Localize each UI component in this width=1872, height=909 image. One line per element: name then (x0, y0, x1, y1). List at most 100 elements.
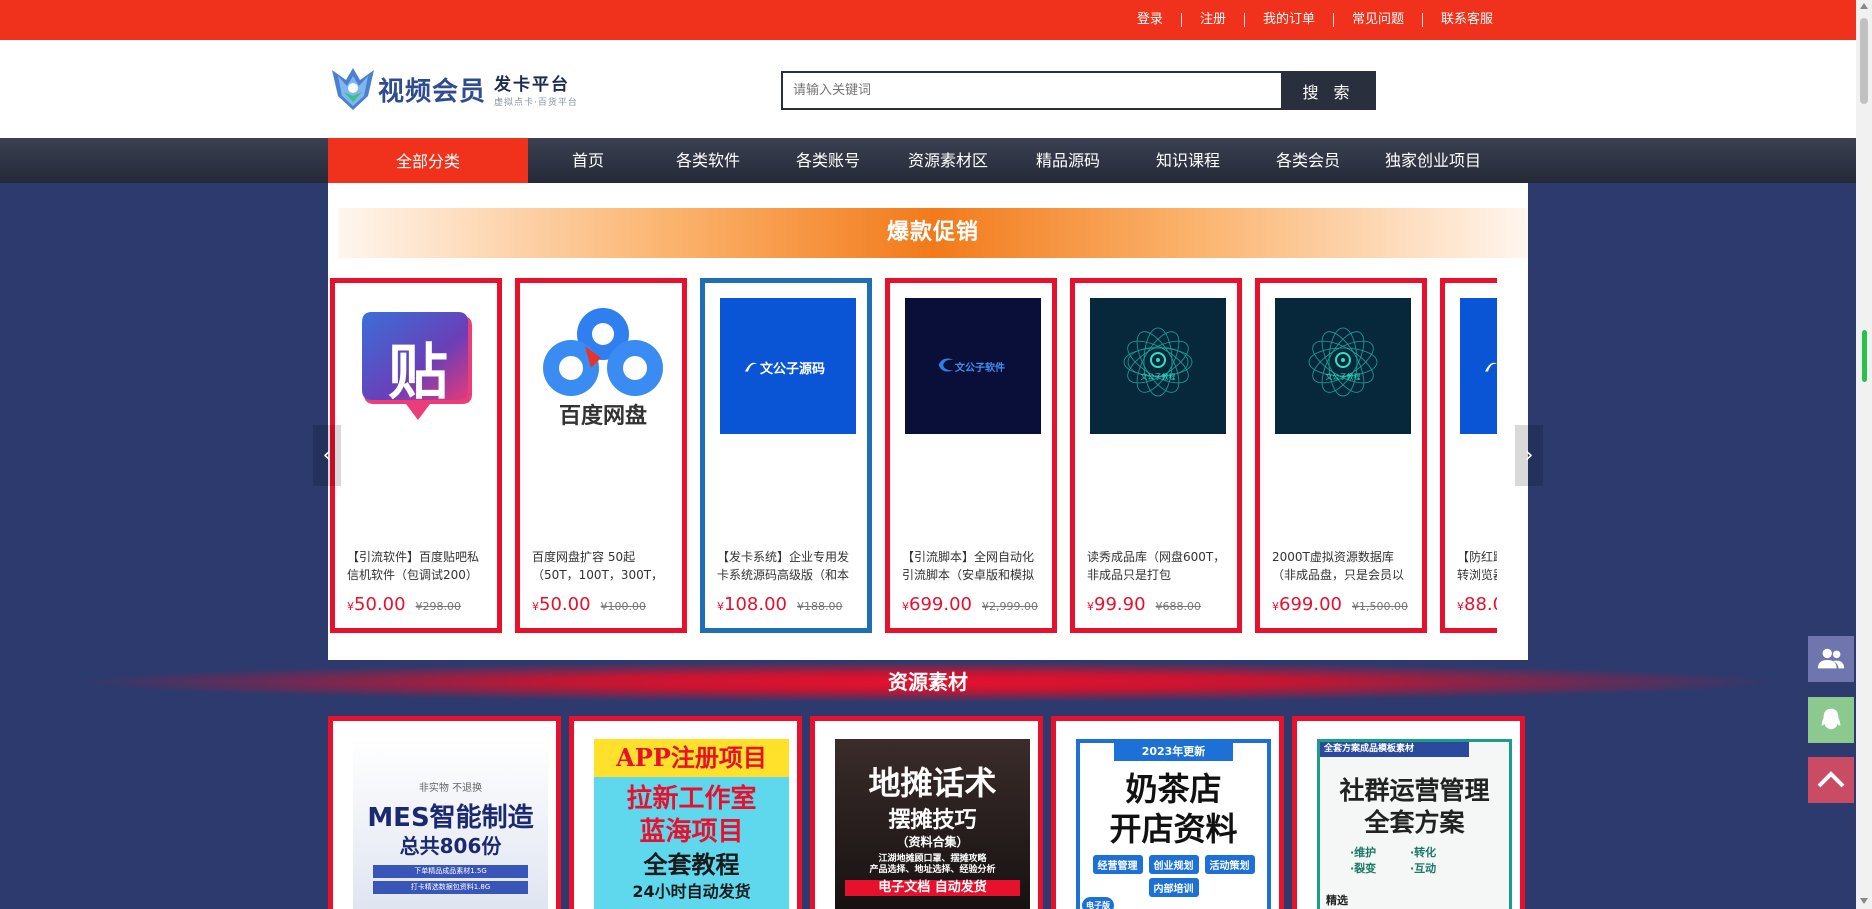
product-card[interactable]: 文公子软件 【引流脚本】全网自动化引流脚本（安卓版和模拟 ¥699.00 ¥2,9… (885, 278, 1057, 633)
nav-all-categories[interactable]: 全部分类 (328, 138, 528, 183)
thumb-caption: 文公子软件 (955, 363, 1005, 374)
product-thumbnail (1460, 298, 1497, 434)
my-orders-link[interactable]: 我的订单 (1243, 13, 1333, 27)
price-box: ¥50.00 ¥100.00 (532, 594, 647, 615)
nav-item-resources[interactable]: 资源素材区 (888, 138, 1008, 183)
price-box: ¥88.00 (1457, 594, 1497, 615)
product-price: 99.90 (1094, 594, 1146, 615)
product-title: 【发卡系统】企业专用发卡系统源码高级版（和本 (717, 550, 850, 582)
scroll-up-arrow[interactable] (1860, 3, 1868, 9)
price-box: ¥699.00 ¥2,999.00 (902, 594, 1038, 615)
main-nav: 全部分类 首页 各类软件 各类账号 资源素材区 精品源码 知识课程 各类会员 独… (0, 138, 1856, 183)
resource-thumbnail: 2023年更新 奶茶店 开店资料 经营管理 创业规划 活动策划 内部培训 电子版 (1076, 739, 1271, 909)
product-price: 108.00 (724, 594, 787, 615)
product-card[interactable]: 文公子源码 【发卡系统】企业专用发卡系统源码高级版（和本 ¥108.00 ¥188… (700, 278, 872, 633)
logo-icon (332, 68, 374, 110)
promo-banner: 爆款促销 (338, 208, 1528, 258)
product-title: 【防红跳转】防红短链跳转浏览器 (1457, 550, 1497, 582)
promo-title: 爆款促销 (886, 220, 979, 245)
search-button[interactable]: 搜 索 (1281, 71, 1376, 110)
logo-name: 视频会员 (378, 76, 487, 107)
original-price: ¥298.00 (415, 600, 462, 613)
product-title: 【引流脚本】全网自动化引流脚本（安卓版和模拟 (902, 550, 1035, 582)
carousel-prev-button[interactable]: ‹ (313, 425, 341, 486)
users-icon (1817, 648, 1845, 669)
thumb-caption: 文公子教程 (1325, 373, 1361, 381)
contact-support-link[interactable]: 联系客服 (1421, 13, 1511, 27)
nav-item-home[interactable]: 首页 (528, 138, 648, 183)
product-title: 【引流软件】百度贴吧私信机软件（包调试200） (347, 550, 480, 582)
product-thumbnail: 文公子源码 (720, 298, 856, 434)
thumb-caption: 百度网盘 (558, 404, 647, 429)
nav-item-source-code[interactable]: 精品源码 (1008, 138, 1128, 183)
top-bar: 登录 注册 我的订单 常见问题 联系客服 (0, 0, 1856, 40)
nav-item-courses[interactable]: 知识课程 (1128, 138, 1248, 183)
product-thumbnail: 百度网盘 (535, 298, 671, 434)
side-indicator (1862, 330, 1867, 382)
nav-item-exclusive-projects[interactable]: 独家创业项目 (1368, 138, 1498, 183)
tieba-glyph: 贴 (388, 338, 448, 408)
nav-item-accounts[interactable]: 各类账号 (768, 138, 888, 183)
thumb-caption: 文公子教程 (1140, 373, 1176, 381)
logo-subtitle: 发卡平台 (494, 75, 571, 95)
resource-card[interactable]: 地摊话术 摆摊技巧 （资料合集） 江湖地摊顾口罩、摆摊攻略 产品选择、地址选择、… (810, 716, 1043, 909)
product-card[interactable]: 贴 【引流软件】百度贴吧私信机软件（包调试200） ¥50.00 ¥298.00 (330, 278, 502, 633)
spirograph-logo-icon (1123, 327, 1193, 397)
resources-section-header: 资源素材 (0, 660, 1856, 704)
search-input[interactable] (781, 71, 1281, 110)
thumb-caption: 文公子源码 (760, 362, 826, 377)
original-price: ¥100.00 (600, 600, 647, 613)
register-link[interactable]: 注册 (1180, 13, 1244, 27)
original-price: ¥188.00 (796, 600, 843, 613)
qq-icon (1821, 708, 1841, 730)
nav-item-memberships[interactable]: 各类会员 (1248, 138, 1368, 183)
page-scrollbar[interactable] (1856, 0, 1872, 909)
login-link[interactable]: 登录 (1119, 13, 1181, 27)
resource-thumbnail: APP注册项目 拉新工作室 蓝海项目 全套教程 24小时自动发货 (594, 739, 789, 909)
faq-link[interactable]: 常见问题 (1332, 13, 1422, 27)
product-thumbnail: 文公子教程 (1275, 298, 1411, 434)
resource-thumbnail: 地摊话术 摆摊技巧 （资料合集） 江湖地摊顾口罩、摆摊攻略 产品选择、地址选择、… (835, 739, 1030, 909)
price-box: ¥50.00 ¥298.00 (347, 594, 462, 615)
product-card[interactable]: 文公子教程 2000T虚拟资源数据库（非成品盘，只是会员以 ¥699.00 ¥1,… (1255, 278, 1427, 633)
promo-carousel: 贴 【引流软件】百度贴吧私信机软件（包调试200） ¥50.00¥298.00 (330, 278, 1497, 635)
site-header: 视频会员 发卡平台 虚拟点卡·百货平台 搜 索 (0, 40, 1856, 138)
promo-section: 爆款促销 贴 【引流软件】百度贴吧私信机软件（包调试200） ¥50.00 ¥29… (328, 183, 1528, 660)
product-card[interactable]: 百度网盘 百度网盘扩容 50起（50T，100T，300T， ¥50.00 ¥10… (515, 278, 687, 633)
spirograph-logo-icon (1308, 327, 1378, 397)
price-box: ¥699.00 ¥1,500.00 (1272, 594, 1408, 615)
product-price: 50.00 (539, 594, 591, 615)
carousel-next-button[interactable]: › (1515, 425, 1543, 486)
product-thumbnail: 文公子教程 (1090, 298, 1226, 434)
resource-card[interactable]: 全套方案成品模板素材 社群运营管理 全套方案 ·维护 ·转化 ·裂变 ·互动 精… (1292, 716, 1525, 909)
back-to-top-icon (1817, 771, 1845, 788)
product-price: 699.00 (1279, 594, 1342, 615)
resource-thumbnail: 非实物 不退换 MES智能制造 总共806份 下单精品成品素材1.5G 打卡精选… (353, 739, 548, 909)
resource-card[interactable]: APP注册项目 拉新工作室 蓝海项目 全套教程 24小时自动发货 (569, 716, 802, 909)
product-card[interactable]: 文公子教程 读秀成品库（网盘600T，非成品只是打包 ¥99.90 ¥688.00 (1070, 278, 1242, 633)
resources-section-title: 资源素材 (888, 670, 968, 694)
logo-tagline: 虚拟点卡·百货平台 (494, 98, 578, 108)
resource-card[interactable]: 2023年更新 奶茶店 开店资料 经营管理 创业规划 活动策划 内部培训 电子版 (1051, 716, 1284, 909)
product-title: 2000T虚拟资源数据库（非成品盘，只是会员以 (1272, 550, 1405, 582)
customer-service-button[interactable] (1808, 636, 1854, 682)
scroll-down-arrow[interactable] (1860, 898, 1868, 904)
resource-thumbnail: 全套方案成品模板素材 社群运营管理 全套方案 ·维护 ·转化 ·裂变 ·互动 精… (1317, 739, 1512, 909)
original-price: ¥1,500.00 (1351, 600, 1408, 613)
original-price: ¥2,999.00 (981, 600, 1038, 613)
top-links: 登录 注册 我的订单 常见问题 联系客服 (1119, 0, 1511, 40)
resource-card[interactable]: 非实物 不退换 MES智能制造 总共806份 下单精品成品素材1.5G 打卡精选… (328, 716, 561, 909)
site-logo[interactable]: 视频会员 发卡平台 虚拟点卡·百货平台 (330, 66, 578, 112)
product-price: 50.00 (354, 594, 406, 615)
back-to-top-button[interactable] (1808, 757, 1854, 803)
product-thumbnail: 贴 (350, 298, 486, 434)
product-title: 百度网盘扩容 50起（50T，100T，300T， (532, 550, 664, 582)
scrollbar-thumb[interactable] (1860, 18, 1868, 104)
nav-item-software[interactable]: 各类软件 (648, 138, 768, 183)
price-box: ¥108.00 ¥188.00 (717, 594, 843, 615)
product-price: 88.00 (1464, 594, 1497, 615)
brand-icon (745, 362, 757, 372)
qq-contact-button[interactable] (1808, 697, 1854, 743)
product-card[interactable]: 【防红跳转】防红短链跳转浏览器 ¥88.00 (1440, 278, 1497, 633)
product-price: 699.00 (909, 594, 972, 615)
